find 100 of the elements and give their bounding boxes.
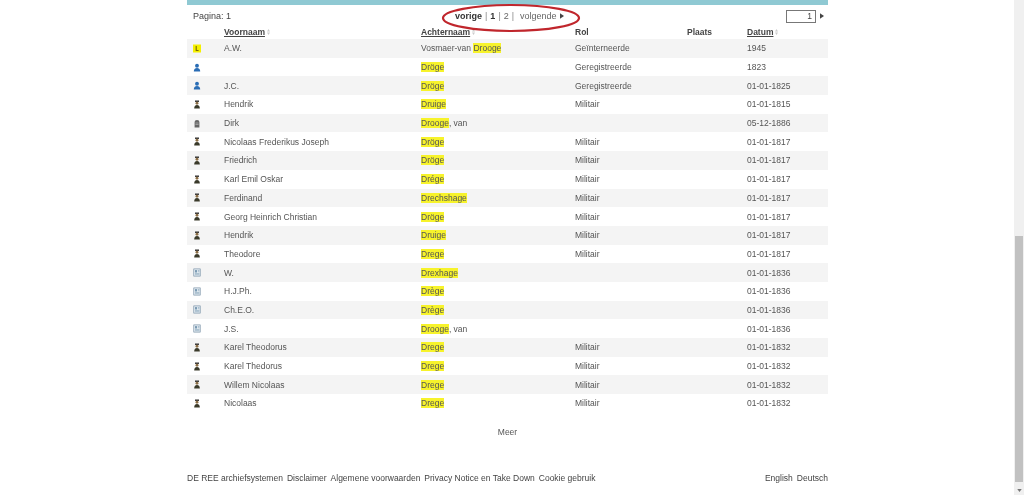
role: Militair xyxy=(575,155,600,166)
first-name: J.C. xyxy=(224,80,240,91)
surname: Drooge, van xyxy=(421,323,468,334)
role: Geïnterneerde xyxy=(575,43,630,54)
first-name: A.W. xyxy=(224,43,242,54)
first-name: Karel Thedorus xyxy=(224,361,282,372)
date: 1823 xyxy=(747,62,766,73)
date: 01-01-1832 xyxy=(747,342,791,353)
role: Militair xyxy=(575,361,600,372)
date: 05-12-1886 xyxy=(747,118,791,129)
date: 01-01-1825 xyxy=(747,80,791,91)
separator: | xyxy=(498,11,501,21)
role: Militair xyxy=(575,136,600,147)
first-name: Ferdinand xyxy=(224,192,263,203)
surname: Dröge xyxy=(421,155,445,166)
surname: Druige xyxy=(421,99,447,110)
footer-link[interactable]: Disclaimer xyxy=(286,472,327,483)
first-name: Karel Theodorus xyxy=(224,342,287,353)
role: Militair xyxy=(575,174,600,185)
footer-link[interactable]: Privacy Notice en Take Down xyxy=(424,472,535,483)
surname: Drexhage xyxy=(421,267,458,278)
go-arrow-icon[interactable] xyxy=(820,13,824,19)
footer-link[interactable]: Cookie gebruik xyxy=(538,472,596,483)
surname: Dröge xyxy=(421,211,445,222)
first-name: Nicolaas xyxy=(224,398,257,409)
first-name: Hendrik xyxy=(224,230,254,241)
role: Militair xyxy=(575,248,600,259)
role: Militair xyxy=(575,230,600,241)
column-header: Rol xyxy=(575,27,589,37)
page-number-field[interactable]: 1 xyxy=(786,9,816,23)
role: Militair xyxy=(575,398,600,409)
role: Militair xyxy=(575,99,600,110)
date: 01-01-1817 xyxy=(747,136,791,147)
first-name: W. xyxy=(224,267,234,278)
role: Militair xyxy=(575,342,600,353)
scrollbar[interactable] xyxy=(1014,0,1024,495)
first-name: H.J.Ph. xyxy=(224,286,252,297)
footer-link[interactable]: DE REE archiefsystemen xyxy=(187,472,283,483)
role: Geregistreerde xyxy=(575,80,632,91)
first-name: J.S. xyxy=(224,323,239,334)
surname: Drège xyxy=(421,304,445,315)
first-name: Willem Nicolaas xyxy=(224,379,285,390)
first-name: Hendrik xyxy=(224,99,254,110)
date: 01-01-1817 xyxy=(747,211,791,222)
page-link[interactable]: 1 xyxy=(490,11,496,21)
previous-link[interactable]: vorige xyxy=(455,11,482,21)
first-name: Karl Emil Oskar xyxy=(224,174,284,185)
date: 01-01-1815 xyxy=(747,99,791,110)
date: 01-01-1817 xyxy=(747,192,791,203)
column-header-link[interactable]: Achternaam xyxy=(421,27,471,37)
first-name: Nicolaas Frederikus Joseph xyxy=(224,136,329,147)
footer-link[interactable]: Algemene voorwaarden xyxy=(330,472,421,483)
more-link[interactable]: Meer xyxy=(497,426,518,437)
surname: Drege xyxy=(421,398,445,409)
role: Militair xyxy=(575,192,600,203)
page-label: Pagina: 1 xyxy=(193,11,233,21)
column-header-link[interactable]: Datum xyxy=(747,27,774,37)
surname: Dröge xyxy=(421,136,445,147)
surname: Druige xyxy=(421,230,447,241)
date: 01-01-1832 xyxy=(747,361,791,372)
role: Militair xyxy=(575,211,600,222)
surname: Vosmaer-van Drooge xyxy=(421,43,502,54)
language-link[interactable]: Deutsch xyxy=(796,472,828,483)
date: 01-01-1836 xyxy=(747,267,791,278)
surname: Drooge, van xyxy=(421,118,468,129)
date: 01-01-1836 xyxy=(747,304,791,315)
first-name: Georg Heinrich Christian xyxy=(224,211,318,222)
date: 01-01-1836 xyxy=(747,323,791,334)
first-name: Theodore xyxy=(224,248,261,259)
surname: Drege xyxy=(421,361,445,372)
date: 01-01-1832 xyxy=(747,379,791,390)
scroll-down-icon[interactable] xyxy=(1017,489,1022,492)
role: Geregistreerde xyxy=(575,62,632,73)
surname: Dröge xyxy=(421,62,445,73)
language-link[interactable]: English xyxy=(764,472,793,483)
date: 01-01-1817 xyxy=(747,248,791,259)
surname: Drege xyxy=(421,248,445,259)
column-header: Plaats xyxy=(687,27,713,37)
date: 01-01-1817 xyxy=(747,174,791,185)
first-name: Friedrich xyxy=(224,155,258,166)
surname: Dröge xyxy=(421,80,445,91)
next-link[interactable]: volgende xyxy=(520,11,557,21)
separator: | xyxy=(511,11,515,21)
date: 01-01-1832 xyxy=(747,398,791,409)
column-header-link[interactable]: Voornaam xyxy=(224,27,265,37)
next-arrow-icon[interactable] xyxy=(559,13,564,19)
surname: Drege xyxy=(421,379,445,390)
page-link[interactable]: 2 xyxy=(503,11,509,21)
date: 01-01-1817 xyxy=(747,230,791,241)
date: 1945 xyxy=(747,43,766,54)
first-name: Dirk xyxy=(224,118,240,129)
date: 01-01-1817 xyxy=(747,155,791,166)
role: Militair xyxy=(575,379,600,390)
surname: Drege xyxy=(421,342,445,353)
surname: Drechshage xyxy=(421,192,467,203)
first-name: Ch.E.O. xyxy=(224,304,255,315)
sort-icon[interactable] xyxy=(472,29,476,35)
scrollbar-thumb[interactable] xyxy=(1015,236,1023,482)
separator: | xyxy=(485,11,488,21)
surname: Drége xyxy=(421,174,445,185)
